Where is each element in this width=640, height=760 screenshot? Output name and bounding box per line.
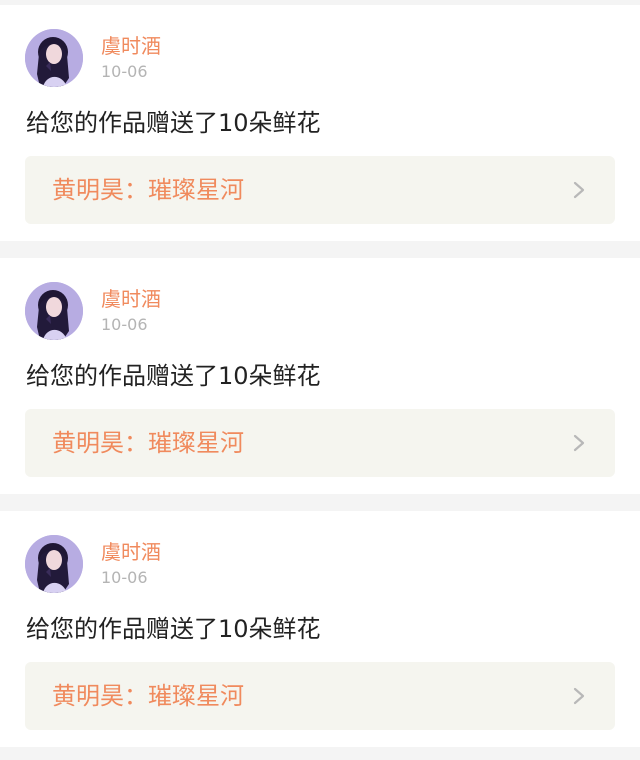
gift-message: 给您的作品赠送了10朵鲜花 [26,109,321,137]
user-avatar[interactable] [25,535,83,593]
work-separator: ： [124,682,148,710]
work-title: 璀璨星河 [148,682,244,710]
user-avatar[interactable] [25,29,83,87]
avatar-photo-icon [25,29,83,87]
work-author: 黄明昊 [52,682,124,710]
gifted-work-link[interactable]: 黄明昊：璀璨星河 [25,662,615,730]
notification-card: 虞时酒 10-06 给您的作品赠送了10朵鲜花 黄明昊：璀璨星河 [0,511,640,747]
notification-date: 10-06 [101,568,148,587]
gifted-work-link[interactable]: 黄明昊：璀璨星河 [25,409,615,477]
gifted-work-title: 黄明昊：璀璨星河 [52,173,244,207]
avatar-photo-icon [25,282,83,340]
sender-username[interactable]: 虞时酒 [101,287,161,311]
work-title: 璀璨星河 [148,176,244,204]
work-author: 黄明昊 [52,176,124,204]
gifted-work-link[interactable]: 黄明昊：璀璨星河 [25,156,615,224]
notification-date: 10-06 [101,315,148,334]
notification-date: 10-06 [101,62,148,81]
gifted-work-title: 黄明昊：璀璨星河 [52,679,244,713]
gift-notification-feed: 虞时酒 10-06 给您的作品赠送了10朵鲜花 黄明昊：璀璨星河 虞时酒 10-… [0,0,640,760]
sender-username[interactable]: 虞时酒 [101,540,161,564]
chevron-right-icon [573,434,585,452]
gift-message: 给您的作品赠送了10朵鲜花 [26,362,321,390]
avatar-photo-icon [25,535,83,593]
work-separator: ： [124,429,148,457]
notification-card: 虞时酒 10-06 给您的作品赠送了10朵鲜花 黄明昊：璀璨星河 [0,258,640,494]
gift-message: 给您的作品赠送了10朵鲜花 [26,615,321,643]
work-author: 黄明昊 [52,429,124,457]
sender-username[interactable]: 虞时酒 [101,34,161,58]
notification-card: 虞时酒 10-06 给您的作品赠送了10朵鲜花 黄明昊：璀璨星河 [0,5,640,241]
work-separator: ： [124,176,148,204]
user-avatar[interactable] [25,282,83,340]
chevron-right-icon [573,181,585,199]
gifted-work-title: 黄明昊：璀璨星河 [52,426,244,460]
work-title: 璀璨星河 [148,429,244,457]
chevron-right-icon [573,687,585,705]
